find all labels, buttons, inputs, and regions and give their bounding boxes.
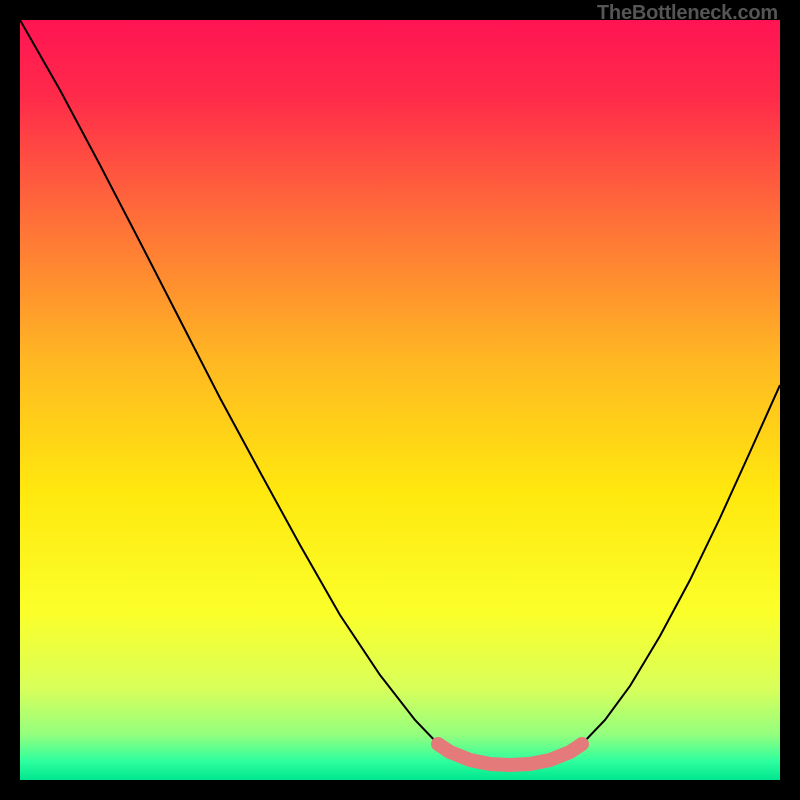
bottleneck-chart bbox=[20, 20, 780, 780]
chart-background bbox=[20, 20, 780, 780]
chart-container: TheBottleneck.com bbox=[0, 0, 800, 800]
